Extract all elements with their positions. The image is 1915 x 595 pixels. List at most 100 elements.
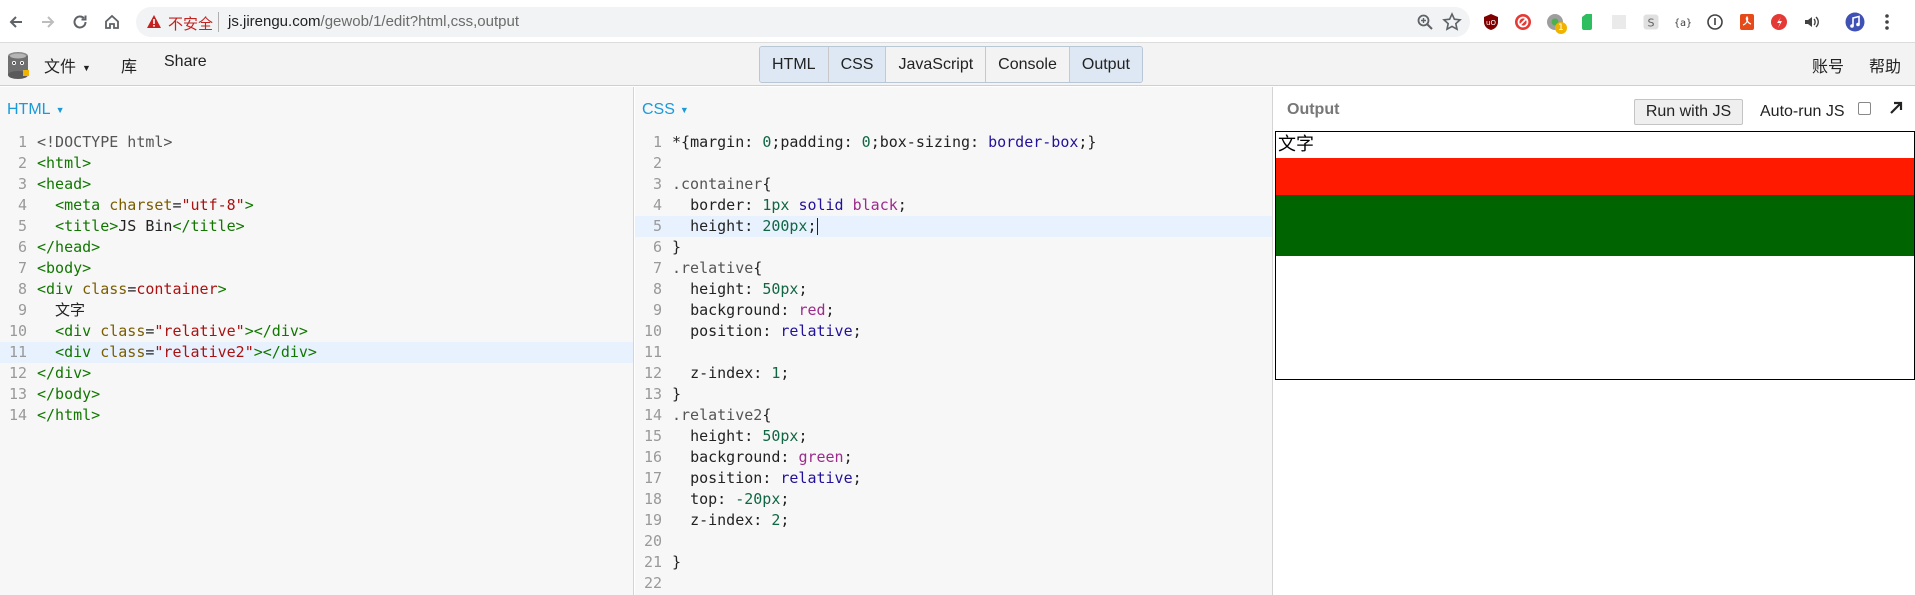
code-token: ; [807,217,817,235]
tab-html[interactable]: HTML [760,47,829,82]
bookmark-star-icon[interactable] [1442,12,1462,32]
css-code-line[interactable]: 11 [635,342,1272,363]
html-code-line[interactable]: 9 文字 [0,300,633,321]
evernote-icon[interactable] [1576,11,1598,33]
css-panel-label-text: CSS [642,101,675,118]
html-code-editor[interactable]: 1 <!DOCTYPE html> 2 <html> 3 <head> 4 <meta ch… [0,132,633,426]
s-extension-icon[interactable]: S [1640,11,1662,33]
code-extension-icon[interactable]: {a} [1672,11,1694,33]
html-code-line[interactable]: 14 </html> [0,405,633,426]
code-token: 1px [762,196,790,214]
css-code-line[interactable]: 6} [635,237,1272,258]
line-number: 11 [8,343,27,361]
home-button[interactable] [100,10,124,34]
run-with-js-button[interactable]: Run with JS [1634,99,1743,125]
css-code-line[interactable]: 2 [635,153,1272,174]
css-code-line[interactable]: 3 .container{ [635,174,1272,195]
line-number: 19 [643,511,662,529]
html-editor-panel[interactable]: HTML ▼ 1 <!DOCTYPE html> 2 <html> 3 <head> 4 <m… [0,87,634,595]
back-button[interactable] [4,10,28,34]
code-token: : [780,301,799,319]
html-code-line[interactable]: 6 </head> [0,237,633,258]
css-code-line[interactable]: 5 height: 200px; [635,216,1272,237]
css-panel-label[interactable]: CSS ▼ [642,101,689,119]
file-menu[interactable]: 文件 ▼ [44,53,91,77]
css-code-line[interactable]: 1 *{margin: 0;padding: 0;box-sizing: bord… [635,132,1272,153]
css-code-line[interactable]: 17 position: relative; [635,468,1272,489]
css-code-line[interactable]: 18 top: -20px; [635,489,1272,510]
css-code-line[interactable]: 8 height: 50px; [635,279,1272,300]
address-bar[interactable]: 不安全 js.jirengu.com/gewob/1/edit?html,css… [136,7,1470,37]
code-token: > [217,280,227,298]
css-code-editor[interactable]: 1 *{margin: 0;padding: 0;box-sizing: bord… [635,132,1272,594]
library-menu[interactable]: 库 [121,53,137,77]
menu-dots-icon[interactable] [1876,11,1898,33]
tab-output[interactable]: Output [1069,47,1142,82]
tab-javascript[interactable]: JavaScript [886,47,987,82]
css-code-line[interactable]: 16 background: green; [635,447,1272,468]
line-number: 6 [17,238,27,256]
css-code-line[interactable]: 7 .relative{ [635,258,1272,279]
code-token: : [744,217,763,235]
css-code-line[interactable]: 12 z-index: 1; [635,363,1272,384]
html-code-line[interactable]: 1 <!DOCTYPE html> [0,132,633,153]
output-preview: 文字 [1275,131,1915,380]
blank-extension-icon[interactable] [1608,11,1630,33]
html-code-line[interactable]: 13 </body> [0,384,633,405]
code-token: border [690,196,745,214]
url-path: /gewob/1/edit?html,css,output [320,13,519,30]
html-code-line[interactable]: 4 <meta charset="utf-8"> [0,195,633,216]
code-token: z-index [690,511,754,529]
line-number: 14 [8,406,27,424]
help-menu[interactable]: 帮助 [1869,53,1901,77]
line-number: 9 [652,301,662,319]
zoom-icon[interactable] [1416,13,1434,31]
code-token: } [672,238,682,256]
ublock-icon[interactable]: uO [1480,11,1502,33]
css-code-line[interactable]: 10 position: relative; [635,321,1272,342]
account-menu[interactable]: 账号 [1812,53,1844,77]
code-token: <html> [37,154,92,172]
info-extension-icon[interactable] [1704,11,1726,33]
css-code-line[interactable]: 4 border: 1px solid black; [635,195,1272,216]
css-code-line[interactable]: 20 [635,531,1272,552]
html-code-line[interactable]: 7 <body> [0,258,633,279]
arrow-left-icon [9,16,22,28]
html-code-line[interactable]: 2 <html> [0,153,633,174]
css-code-line[interactable]: 19 z-index: 2; [635,510,1272,531]
tab-css[interactable]: CSS [828,47,887,82]
code-token: : [780,448,799,466]
css-code-line[interactable]: 22 [635,573,1272,594]
block-icon[interactable] [1512,11,1534,33]
music-extension-icon[interactable] [1844,11,1866,33]
flash-extension-icon[interactable] [1768,11,1790,33]
forward-button[interactable] [36,10,60,34]
popout-arrow-icon[interactable] [1889,101,1903,115]
css-code-line[interactable]: 15 height: 50px; [635,426,1272,447]
autorun-js-checkbox[interactable] [1858,102,1871,115]
url-text: js.jirengu.com/gewob/1/edit?html,css,out… [228,13,519,30]
code-token: { [762,175,772,193]
tab-console[interactable]: Console [986,47,1070,82]
reload-button[interactable] [68,10,92,34]
css-code-line[interactable]: 21} [635,552,1272,573]
html-code-line[interactable]: 12 </div> [0,363,633,384]
css-code-line[interactable]: 13} [635,384,1272,405]
html-code-line[interactable]: 11 <div class="relative2"></div> [0,342,633,363]
jsbin-logo-icon[interactable] [6,50,30,80]
caret-down-icon: ▼ [82,62,91,73]
pdf-extension-icon[interactable] [1736,11,1758,33]
css-code-line[interactable]: 9 background: red; [635,300,1272,321]
html-panel-label[interactable]: HTML ▼ [7,101,64,119]
html-code-line[interactable]: 10 <div class="relative"></div> [0,321,633,342]
share-menu[interactable]: Share [164,53,207,71]
css-code-line[interactable]: 14 .relative2{ [635,405,1272,426]
css-editor-panel[interactable]: CSS ▼ 1 *{margin: 0;padding: 0;box-sizing:… [635,87,1273,595]
html-code-line[interactable]: 3 <head> [0,174,633,195]
badge-extension-icon[interactable]: 1 [1544,11,1567,34]
code-token: relative [780,322,853,340]
html-code-line[interactable]: 5 <title>JS Bin</title> [0,216,633,237]
audio-extension-icon[interactable] [1800,11,1822,33]
html-code-line[interactable]: 8 <div class=container> [0,279,633,300]
